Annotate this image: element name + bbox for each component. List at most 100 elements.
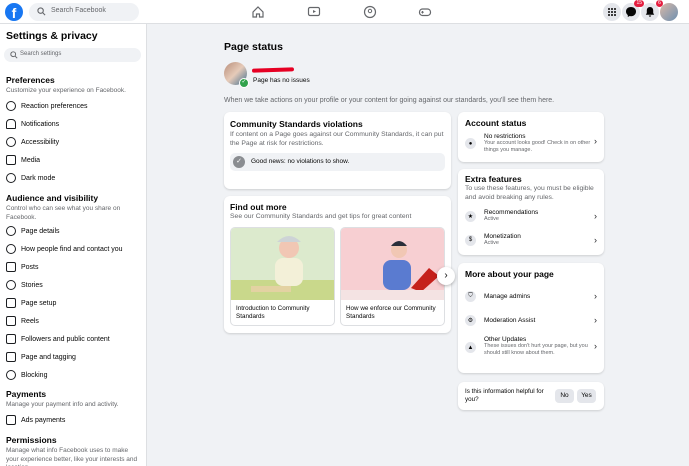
sidebar-item-followers[interactable]: Followers and public content — [6, 333, 144, 345]
violations-description: If content on a Page goes against our Co… — [230, 131, 444, 147]
sidebar-item-label: Stories — [21, 281, 43, 289]
good-news-banner: ✓ Good news: no violations to show. — [230, 153, 445, 171]
no-button[interactable]: No — [555, 389, 574, 403]
recommendations-status: Active — [484, 216, 499, 222]
people-icon — [6, 244, 16, 254]
next-arrow-button[interactable]: › — [437, 267, 455, 285]
manage-admins-row[interactable]: ⛉ Manage admins — [465, 291, 591, 302]
moderation-assist-row[interactable]: ⚙ Moderation Assist — [465, 315, 591, 326]
chevron-right-icon: › — [594, 211, 597, 221]
chevron-right-icon: › — [594, 315, 597, 325]
payment-card-icon — [6, 415, 16, 425]
audience-heading: Audience and visibility — [6, 193, 99, 203]
tile-how-we-enforce[interactable]: How we enforce our Community Standards — [340, 227, 445, 326]
sidebar-item-label: Media — [21, 156, 41, 164]
sidebar-item-label: Ads payments — [21, 416, 66, 424]
tile-intro-community-standards[interactable]: Introduction to Community Standards — [230, 227, 335, 326]
reaction-icon — [6, 101, 16, 111]
followers-icon — [6, 334, 16, 344]
more-about-page-title: More about your page — [465, 269, 554, 279]
posts-icon — [6, 262, 16, 272]
block-icon — [6, 370, 16, 380]
sidebar-item-label: Dark mode — [21, 174, 56, 182]
profile-icon: ● — [465, 138, 476, 149]
search-settings-input[interactable]: Search settings — [4, 48, 141, 62]
top-navigation-bar: f Search Facebook 15 6 — [0, 0, 689, 24]
sidebar-item-dark-mode[interactable]: Dark mode — [6, 172, 144, 184]
gear-icon: ⚙ — [465, 315, 476, 326]
sidebar-item-posts[interactable]: Posts — [6, 261, 144, 273]
payments-description: Manage your payment info and activity. — [6, 401, 119, 408]
sidebar-item-label: Posts — [21, 263, 39, 271]
sidebar-item-reaction-preferences[interactable]: Reaction preferences — [6, 100, 144, 112]
intro-illustration — [231, 228, 334, 300]
reels-icon — [6, 316, 16, 326]
extra-features-title: Extra features — [465, 174, 522, 184]
search-placeholder: Search Facebook — [51, 7, 106, 14]
search-facebook-input[interactable]: Search Facebook — [29, 3, 139, 21]
sidebar-item-blocking[interactable]: Blocking — [6, 369, 144, 381]
yes-button[interactable]: Yes — [577, 389, 596, 403]
recommendations-icon: ★ — [465, 210, 476, 222]
bell-icon: ▲ — [465, 342, 476, 353]
search-settings-placeholder: Search settings — [20, 51, 62, 57]
redacted-page-name — [251, 67, 295, 73]
permissions-description: Manage what info Facebook uses to make y… — [6, 447, 138, 466]
moderation-assist-label: Moderation Assist — [484, 317, 536, 324]
tag-icon — [6, 352, 16, 362]
sidebar-item-ads-payments[interactable]: Ads payments — [6, 414, 144, 426]
recommendations-row[interactable]: ★ Recommendations Active — [465, 209, 591, 223]
sidebar-item-page-setup[interactable]: Page setup — [6, 297, 144, 309]
menu-button[interactable] — [603, 3, 621, 21]
sidebar-title: Settings & privacy — [6, 30, 98, 42]
sidebar-item-label: Notifications — [21, 120, 60, 128]
account-avatar[interactable] — [660, 3, 678, 21]
media-icon — [6, 155, 16, 165]
sidebar-item-label: Reels — [21, 317, 39, 325]
messenger-button[interactable]: 15 — [622, 0, 644, 21]
facebook-logo[interactable]: f — [5, 3, 23, 21]
home-icon[interactable] — [251, 5, 265, 19]
recommendations-title: Recommendations — [484, 209, 539, 216]
no-restrictions-row[interactable]: ● No restrictions Your account looks goo… — [465, 133, 591, 154]
find-out-more-title: Find out more — [230, 202, 287, 212]
chevron-right-icon: › — [594, 235, 597, 245]
sidebar-item-label: Page details — [21, 227, 60, 235]
sidebar-item-find-and-contact[interactable]: How people find and contact you — [6, 243, 144, 255]
check-icon: ✓ — [233, 156, 245, 168]
sidebar-item-page-and-tagging[interactable]: Page and tagging — [6, 351, 144, 363]
other-updates-title: Other Updates — [484, 336, 527, 343]
sidebar-item-label: Accessibility — [21, 138, 60, 146]
sidebar-item-notifications[interactable]: Notifications — [6, 118, 144, 130]
sidebar-item-reels[interactable]: Reels — [6, 315, 144, 327]
sidebar-item-accessibility[interactable]: Accessibility — [6, 136, 144, 148]
sidebar-item-page-details[interactable]: Page details — [6, 225, 144, 237]
community-standards-card: Community Standards violations If conten… — [224, 112, 451, 189]
permissions-heading: Permissions — [6, 435, 57, 445]
no-restrictions-title: No restrictions — [484, 133, 526, 140]
accessibility-icon — [6, 137, 16, 147]
sidebar-item-label: Reaction preferences — [21, 102, 88, 110]
no-restrictions-description: Your account looks good! Check in on oth… — [484, 140, 591, 153]
chevron-right-icon: › — [594, 136, 597, 146]
sidebar-item-label: Page and tagging — [21, 353, 76, 361]
extra-features-card: Extra features To use these features, yo… — [458, 169, 604, 255]
chevron-right-icon: › — [444, 270, 448, 281]
notifications-button[interactable]: 6 — [641, 0, 663, 21]
page-status-description: When we take actions on your profile or … — [224, 97, 555, 104]
extra-features-description: To use these features, you must be eligi… — [465, 185, 594, 201]
sidebar-item-stories[interactable]: Stories — [6, 279, 144, 291]
watch-icon[interactable] — [307, 5, 321, 19]
sidebar-item-label: Page setup — [21, 299, 57, 307]
grid-menu-icon — [608, 8, 616, 16]
monetization-row[interactable]: $ Monetization Active — [465, 233, 591, 247]
search-icon — [37, 7, 46, 16]
sidebar-item-label: How people find and contact you — [21, 245, 123, 253]
groups-icon[interactable] — [363, 5, 377, 19]
gaming-icon[interactable] — [418, 5, 432, 19]
tile-label: How we enforce our Community Standards — [346, 305, 436, 320]
other-updates-row[interactable]: ▲ Other Updates These issues don't hurt … — [465, 336, 591, 357]
good-news-text: Good news: no violations to show. — [251, 158, 350, 165]
search-icon — [10, 51, 18, 59]
sidebar-item-media[interactable]: Media — [6, 154, 144, 166]
